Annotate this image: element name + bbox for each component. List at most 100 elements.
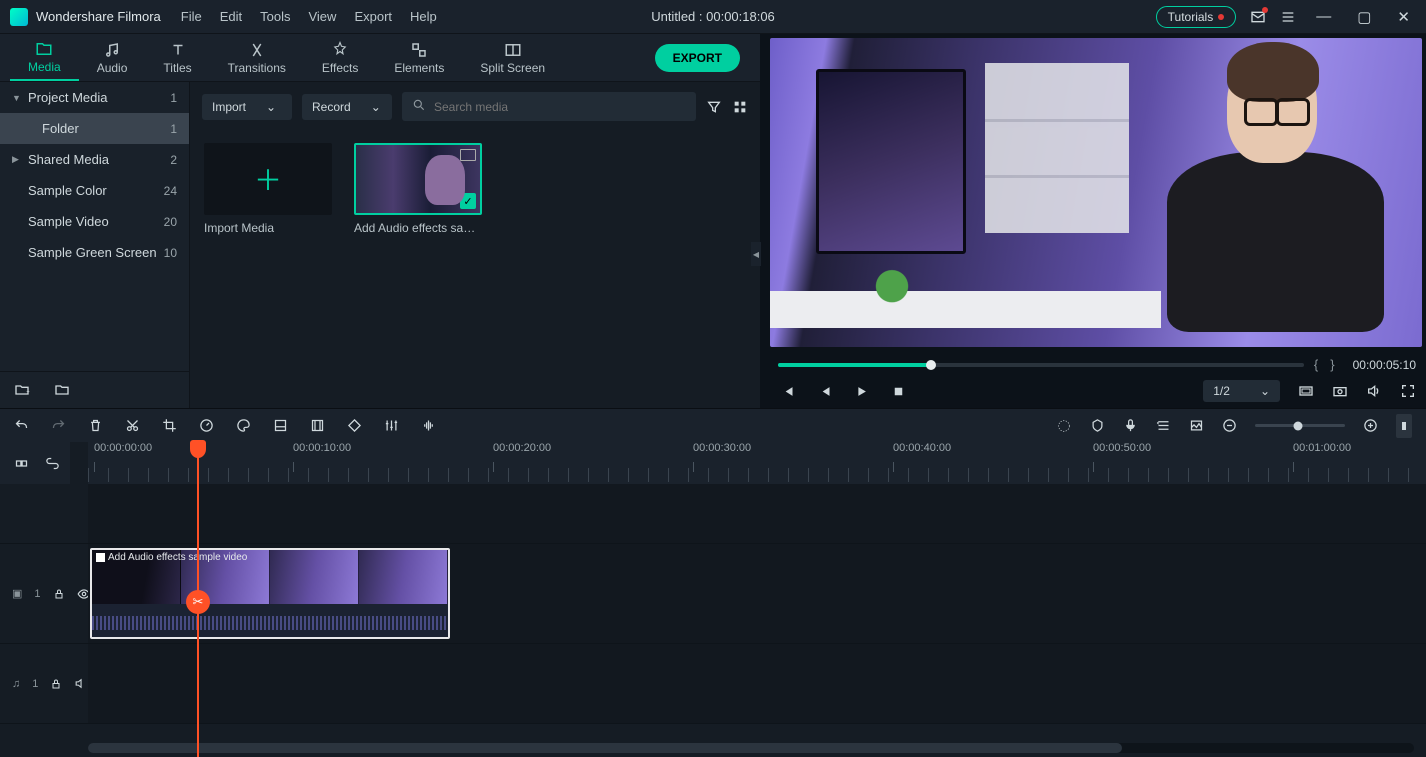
folder-icon[interactable]	[54, 382, 70, 398]
playhead[interactable]: ✂	[197, 442, 199, 757]
zoom-fit-button[interactable]	[1396, 414, 1412, 438]
zoom-out-button[interactable]	[1222, 418, 1237, 433]
sidebar-item-folder[interactable]: Folder1	[0, 113, 189, 144]
track-manager-button[interactable]	[1156, 418, 1171, 433]
menu-export[interactable]: Export	[354, 9, 392, 24]
tab-elements[interactable]: Elements	[376, 34, 462, 81]
lock-icon[interactable]	[50, 678, 62, 690]
menu-tools[interactable]: Tools	[260, 9, 290, 24]
import-dropdown[interactable]: Import⌄	[202, 94, 292, 120]
audio-button[interactable]	[421, 418, 436, 433]
menu-view[interactable]: View	[308, 9, 336, 24]
filter-icon[interactable]	[706, 99, 722, 115]
close-button[interactable]: ✕	[1391, 6, 1416, 28]
snapshot-icon[interactable]	[1332, 383, 1348, 399]
keyframe-button[interactable]	[347, 418, 362, 433]
zoom-slider[interactable]	[1255, 424, 1345, 427]
delete-button[interactable]	[88, 418, 103, 433]
marker-button[interactable]	[1090, 418, 1105, 433]
menu-edit[interactable]: Edit	[220, 9, 242, 24]
timeline-toolbar	[0, 408, 1426, 442]
list-icon[interactable]	[1280, 9, 1296, 25]
menu-help[interactable]: Help	[410, 9, 437, 24]
green-screen-button[interactable]	[273, 418, 288, 433]
menubar: File Edit Tools View Export Help	[181, 9, 437, 24]
notification-dot	[1218, 14, 1224, 20]
tab-splitscreen[interactable]: Split Screen	[462, 34, 563, 81]
collapse-handle[interactable]: ◀	[751, 242, 761, 266]
quality-icon[interactable]	[1298, 383, 1314, 399]
grid-view-icon[interactable]	[732, 99, 748, 115]
tutorials-button[interactable]: Tutorials	[1156, 6, 1237, 28]
preview-progress[interactable]	[778, 363, 1304, 367]
play-button[interactable]	[854, 384, 869, 399]
timeline-scrollbar[interactable]	[88, 743, 1414, 753]
tab-transitions[interactable]: Transitions	[210, 34, 304, 81]
audio-track-icon: ♫	[12, 678, 20, 690]
tab-titles[interactable]: Titles	[145, 34, 209, 81]
new-folder-icon[interactable]	[14, 382, 30, 398]
prev-frame-button[interactable]	[780, 384, 795, 399]
stop-button[interactable]	[891, 384, 906, 399]
tab-media[interactable]: Media	[10, 34, 79, 81]
mark-in-button[interactable]: {	[1312, 357, 1320, 372]
maximize-button[interactable]: ▢	[1351, 6, 1377, 28]
volume-icon[interactable]	[1366, 383, 1382, 399]
media-clip-tile[interactable]: ✓ Add Audio effects sa…	[354, 143, 484, 235]
mark-out-button[interactable]: }	[1328, 357, 1336, 372]
mixer-button[interactable]	[384, 418, 399, 433]
import-media-tile[interactable]: ＋ Import Media	[204, 143, 334, 235]
ruler-mark: 00:00:40:00	[893, 442, 951, 454]
audio-track[interactable]	[88, 644, 1426, 723]
menu-file[interactable]: File	[181, 9, 202, 24]
sidebar-item-project-media[interactable]: ▼Project Media1	[0, 82, 189, 113]
video-track-icon: ▣	[12, 587, 22, 600]
color-button[interactable]	[236, 418, 251, 433]
ruler-mark: 00:00:00:00	[94, 442, 152, 454]
minimize-button[interactable]: —	[1310, 6, 1337, 27]
ruler-mark: 00:00:10:00	[293, 442, 351, 454]
adjust-button[interactable]	[310, 418, 325, 433]
app-name: Wondershare Filmora	[36, 9, 161, 24]
fullscreen-icon[interactable]	[1400, 383, 1416, 399]
video-track-head: ▣1	[0, 587, 88, 601]
tab-effects[interactable]: Effects	[304, 34, 376, 81]
search-input[interactable]	[434, 100, 686, 114]
chevron-down-icon: ⌄	[266, 100, 276, 114]
ruler-mark: 00:01:00:00	[1293, 442, 1351, 454]
speaker-icon[interactable]	[74, 677, 87, 690]
record-dropdown[interactable]: Record⌄	[302, 94, 392, 120]
speed-button[interactable]	[199, 418, 214, 433]
ruler-mark: 00:00:50:00	[1093, 442, 1151, 454]
crop-button[interactable]	[162, 418, 177, 433]
titlebar: Wondershare Filmora File Edit Tools View…	[0, 0, 1426, 34]
link-button[interactable]	[45, 456, 60, 471]
voiceover-button[interactable]	[1123, 418, 1138, 433]
render-button[interactable]	[1056, 418, 1072, 434]
track-spacer[interactable]	[88, 484, 1426, 543]
redo-button[interactable]	[51, 418, 66, 433]
scissors-icon[interactable]: ✂	[186, 590, 210, 614]
sidebar-item-sample-green[interactable]: Sample Green Screen10	[0, 237, 189, 268]
mail-icon[interactable]	[1250, 9, 1266, 25]
tab-audio[interactable]: Audio	[79, 34, 146, 81]
export-button[interactable]: EXPORT	[655, 44, 740, 72]
search-box[interactable]	[402, 92, 696, 121]
search-icon	[412, 98, 426, 115]
sidebar-item-shared-media[interactable]: ▶Shared Media2	[0, 144, 189, 175]
cut-button[interactable]	[125, 418, 140, 433]
undo-button[interactable]	[14, 418, 29, 433]
video-track[interactable]: Add Audio effects sample video	[88, 544, 1426, 643]
sidebar-item-sample-video[interactable]: Sample Video20	[0, 206, 189, 237]
video-clip[interactable]: Add Audio effects sample video	[90, 548, 450, 639]
picture-button[interactable]	[1189, 418, 1204, 433]
timeline-ruler[interactable]: 00:00:00:00 00:00:10:00 00:00:20:00 00:0…	[88, 442, 1426, 484]
zoom-in-button[interactable]	[1363, 418, 1378, 433]
step-back-button[interactable]	[817, 384, 832, 399]
preview-scale-dropdown[interactable]: 1/2⌄	[1203, 380, 1280, 402]
snap-button[interactable]	[14, 456, 29, 471]
sidebar-item-sample-color[interactable]: Sample Color24	[0, 175, 189, 206]
lock-icon[interactable]	[53, 588, 65, 600]
timeline: 00:00:00:00 00:00:10:00 00:00:20:00 00:0…	[0, 442, 1426, 757]
preview-viewport[interactable]	[770, 38, 1422, 347]
